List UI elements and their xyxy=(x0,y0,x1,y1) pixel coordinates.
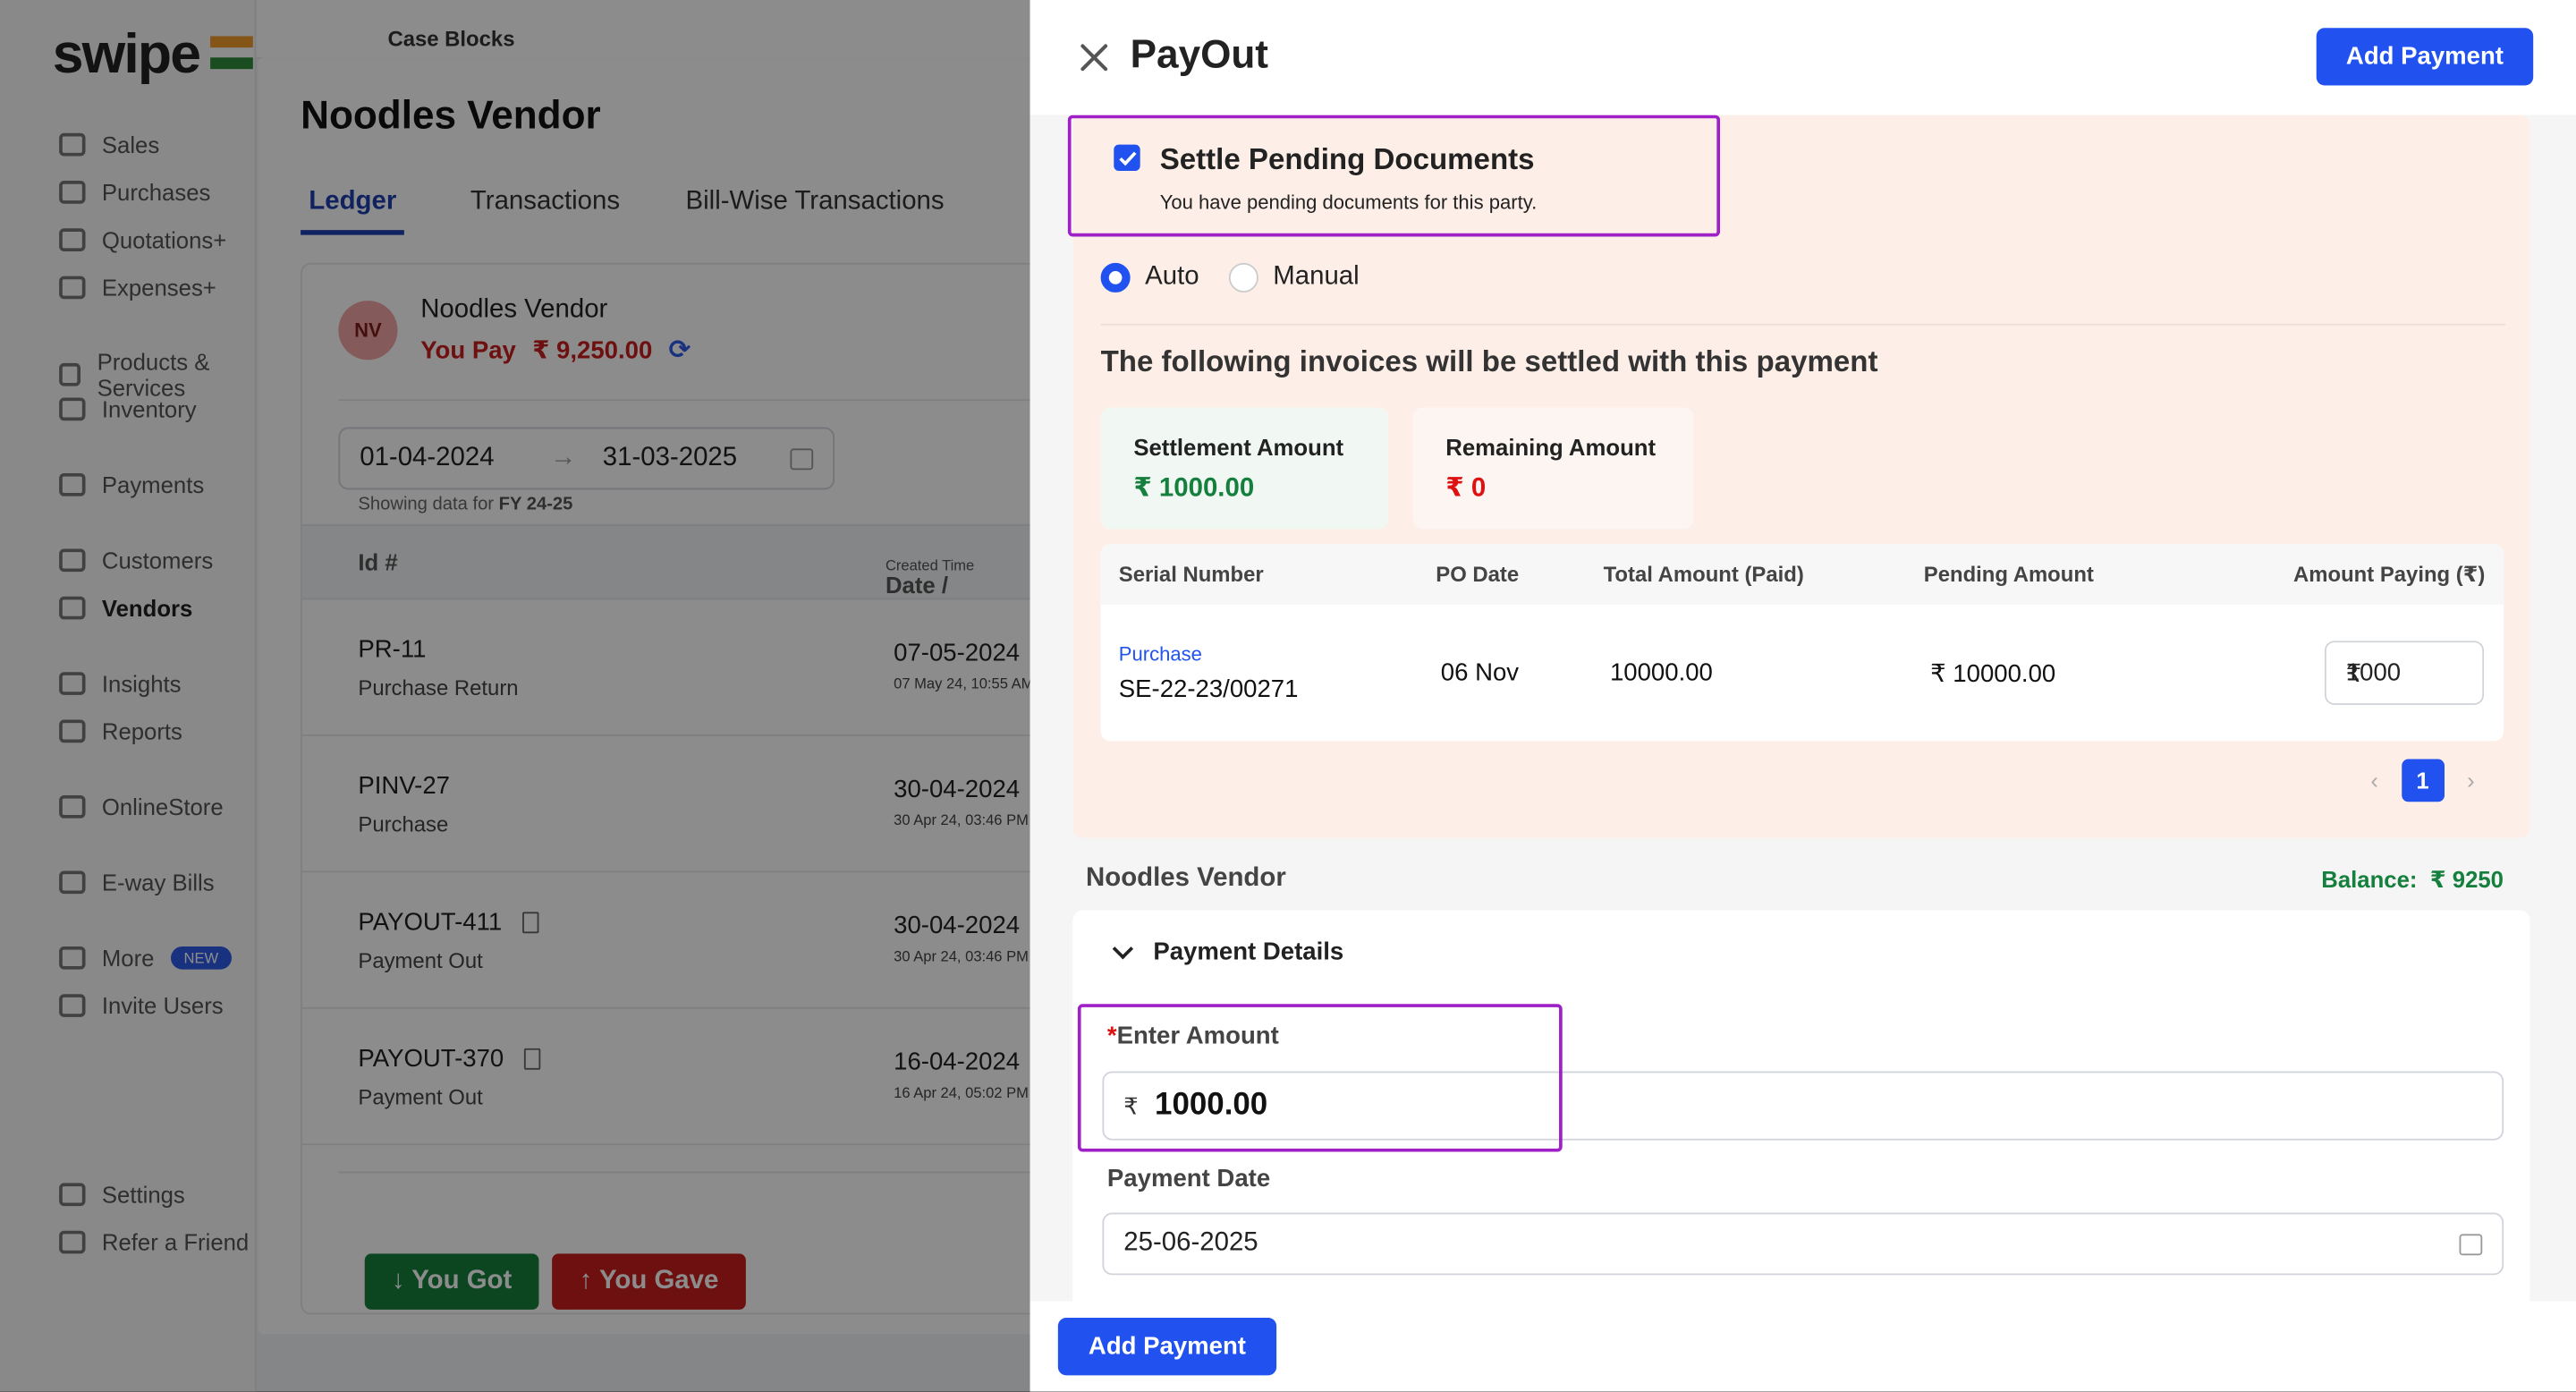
settle-mode: Auto Manual xyxy=(1100,262,1360,293)
radio-manual[interactable]: Manual xyxy=(1228,262,1360,293)
modal-backdrop[interactable] xyxy=(0,0,1032,1392)
payment-date-input[interactable]: 25-06-2025 xyxy=(1102,1212,2504,1276)
calendar-icon xyxy=(2459,1233,2483,1255)
invoice-table-header: Serial Number PO Date Total Amount (Paid… xyxy=(1100,543,2504,605)
remaining-amount-card: Remaining Amount ₹ 0 xyxy=(1412,407,1694,530)
divider xyxy=(1100,323,2505,326)
drawer-footer: Add Payment xyxy=(1030,1301,2576,1392)
payout-drawer: PayOut Add Payment Settle Pending Docume… xyxy=(1030,0,2576,1392)
chevron-left-icon[interactable]: ‹ xyxy=(2370,768,2378,794)
radio-auto[interactable]: Auto xyxy=(1100,262,1199,293)
close-icon[interactable] xyxy=(1080,43,1109,72)
pagination: ‹ 1 › xyxy=(2370,759,2475,802)
drawer-header: PayOut Add Payment xyxy=(1030,0,2576,115)
party-name: Noodles Vendor xyxy=(1086,864,1286,893)
serial-number: SE-22-23/00271 xyxy=(1118,675,1299,704)
chevron-down-icon xyxy=(1112,938,1134,960)
settle-message: The following invoices will be settled w… xyxy=(1100,344,1878,378)
drawer-title: PayOut xyxy=(1130,32,1268,78)
settlement-amount: ₹ 1000.00 xyxy=(1133,474,1255,504)
doc-type-link[interactable]: Purchase xyxy=(1119,642,1202,666)
chevron-right-icon[interactable]: › xyxy=(2467,768,2475,794)
amount-paying-input[interactable]: ₹ 1000 xyxy=(2324,641,2485,705)
remaining-amount: ₹ 0 xyxy=(1445,474,1487,504)
add-payment-button-top[interactable]: Add Payment xyxy=(2316,28,2534,86)
party-balance: Balance: ₹ 9250 xyxy=(2321,865,2504,893)
page-button[interactable]: 1 xyxy=(2401,759,2445,802)
add-payment-button[interactable]: Add Payment xyxy=(1057,1318,1277,1376)
payment-details-toggle[interactable]: Payment Details xyxy=(1112,938,1343,966)
payment-date-label: Payment Date xyxy=(1106,1165,1271,1193)
invoice-table: Serial Number PO Date Total Amount (Paid… xyxy=(1100,543,2504,742)
highlight-settle xyxy=(1067,115,1721,237)
drawer-body[interactable]: Settle Pending Documents You have pendin… xyxy=(1030,115,2576,1302)
settlement-amount-card: Settlement Amount ₹ 1000.00 xyxy=(1100,407,1389,530)
highlight-amount xyxy=(1077,1004,1563,1152)
